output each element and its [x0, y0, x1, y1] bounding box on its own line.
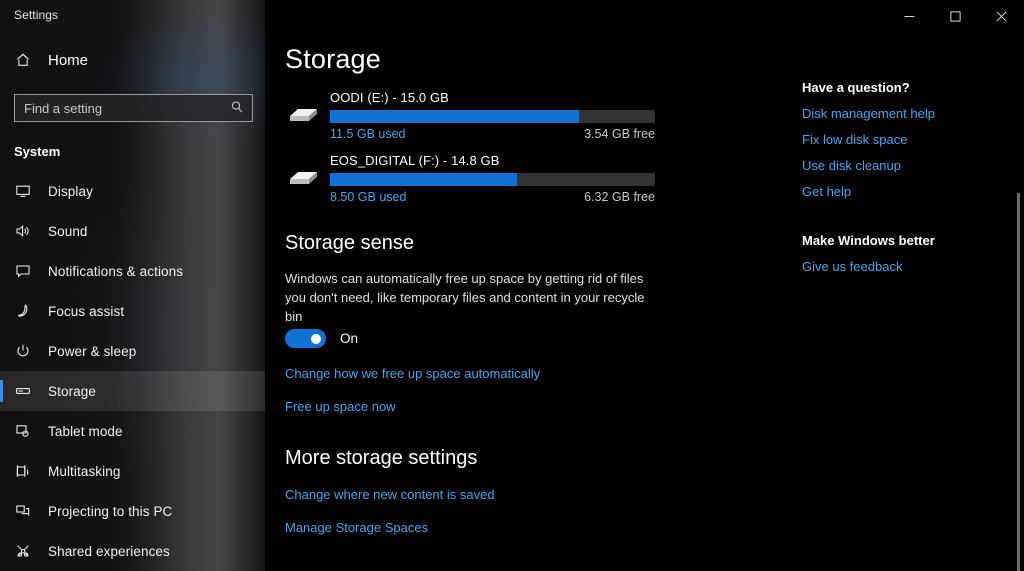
window-title: Settings: [14, 8, 59, 22]
help-feedback-block: Make Windows better Give us feedback: [802, 233, 1007, 274]
drive-usage-labels: 8.50 GB used 6.32 GB free: [330, 190, 655, 204]
close-button[interactable]: [978, 0, 1024, 32]
drive-usage-bar: [330, 110, 655, 123]
link-manage-storage-spaces[interactable]: Manage Storage Spaces: [285, 520, 428, 535]
sidebar-item-label: Storage: [48, 383, 96, 399]
rail-link-give-us-feedback[interactable]: Give us feedback: [802, 259, 1007, 274]
sidebar-item-display[interactable]: Display: [0, 171, 265, 211]
main-content: Storage OODI (E:) - 15.0 GB 11.5 GB used: [265, 0, 1024, 571]
speaker-icon: [14, 223, 32, 239]
sidebar-nav-list: Display Sound Notifications & actions Fo…: [0, 171, 265, 571]
drive-icon: [285, 102, 321, 128]
monitor-icon: [14, 183, 32, 199]
drive-name: EOS_DIGITAL (F:) - 14.8 GB: [330, 153, 500, 168]
minimize-icon: [904, 11, 915, 22]
sidebar-item-projecting[interactable]: Projecting to this PC: [0, 491, 265, 531]
sidebar-item-shared-experiences[interactable]: Shared experiences: [0, 531, 265, 571]
storage-sense-toggle-row[interactable]: On: [285, 329, 358, 348]
toggle-knob: [311, 334, 321, 344]
sidebar-item-label: Display: [48, 183, 93, 199]
storage-sense-title: Storage sense: [285, 232, 414, 254]
help-question-heading: Have a question?: [802, 80, 910, 95]
sidebar-item-label: Focus assist: [48, 303, 125, 319]
help-rail: Have a question? Disk management help Fi…: [802, 80, 1007, 285]
storage-sense-description: Windows can automatically free up space …: [285, 271, 645, 324]
close-icon: [995, 10, 1007, 22]
sidebar: Home System Display: [0, 0, 265, 571]
shared-icon: [14, 543, 32, 559]
maximize-button[interactable]: [932, 0, 978, 32]
link-change-free-up-space[interactable]: Change how we free up space automaticall…: [285, 366, 540, 381]
link-change-where-content-saved[interactable]: Change where new content is saved: [285, 487, 495, 502]
drive-row[interactable]: OODI (E:) - 15.0 GB 11.5 GB used 3.54 GB…: [285, 86, 675, 149]
drive-usage-bar: [330, 173, 655, 186]
moon-icon: [14, 303, 32, 319]
help-question-block: Have a question? Disk management help Fi…: [802, 80, 1007, 199]
sidebar-group-title: System: [14, 144, 61, 159]
sidebar-item-label: Tablet mode: [48, 423, 123, 439]
sidebar-item-sound[interactable]: Sound: [0, 211, 265, 251]
rail-link-disk-management-help[interactable]: Disk management help: [802, 106, 1007, 121]
drive-used-label: 8.50 GB used: [330, 190, 407, 204]
drive-usage-labels: 11.5 GB used 3.54 GB free: [330, 127, 655, 141]
storage-icon: [14, 383, 32, 399]
sidebar-item-focus-assist[interactable]: Focus assist: [0, 291, 265, 331]
link-free-up-space-now[interactable]: Free up space now: [285, 399, 396, 414]
sidebar-item-label: Power & sleep: [48, 343, 137, 359]
home-icon: [14, 52, 32, 68]
sidebar-item-home[interactable]: Home: [0, 40, 265, 80]
power-icon: [14, 343, 32, 359]
sidebar-item-multitasking[interactable]: Multitasking: [0, 451, 265, 491]
sidebar-item-storage[interactable]: Storage: [0, 371, 265, 411]
drive-icon: [285, 165, 321, 191]
drive-row[interactable]: EOS_DIGITAL (F:) - 14.8 GB 8.50 GB used …: [285, 149, 675, 212]
sidebar-item-label: Sound: [48, 223, 88, 239]
tablet-icon: [14, 423, 32, 439]
storage-sense-toggle[interactable]: [285, 329, 326, 348]
rail-link-fix-low-disk-space[interactable]: Fix low disk space: [802, 132, 1007, 147]
search-box[interactable]: [14, 94, 253, 122]
vertical-scrollbar[interactable]: [1017, 193, 1020, 571]
drive-list: OODI (E:) - 15.0 GB 11.5 GB used 3.54 GB…: [285, 86, 675, 212]
maximize-icon: [949, 10, 961, 22]
storage-sense-toggle-state: On: [340, 331, 359, 346]
settings-window: Home System Display: [0, 0, 1024, 571]
drive-free-label: 3.54 GB free: [584, 127, 655, 141]
sidebar-item-label: Shared experiences: [48, 543, 170, 559]
help-feedback-heading: Make Windows better: [802, 233, 935, 248]
sidebar-item-tablet-mode[interactable]: Tablet mode: [0, 411, 265, 451]
page-title: Storage: [285, 44, 381, 74]
drive-name: OODI (E:) - 15.0 GB: [330, 90, 449, 105]
sidebar-item-power-sleep[interactable]: Power & sleep: [0, 331, 265, 371]
sidebar-item-label: Multitasking: [48, 463, 121, 479]
drive-usage-fill: [330, 173, 517, 186]
drive-free-label: 6.32 GB free: [584, 190, 655, 204]
projecting-icon: [14, 503, 32, 519]
sidebar-home-label: Home: [48, 51, 89, 69]
notification-icon: [14, 263, 32, 279]
sidebar-item-label: Projecting to this PC: [48, 503, 173, 519]
sidebar-item-label: Notifications & actions: [48, 263, 184, 279]
rail-link-use-disk-cleanup[interactable]: Use disk cleanup: [802, 158, 1007, 173]
minimize-button[interactable]: [886, 0, 932, 32]
window-controls: [886, 0, 1024, 32]
drive-usage-fill: [330, 110, 580, 123]
rail-link-get-help[interactable]: Get help: [802, 184, 1007, 199]
sidebar-item-notifications[interactable]: Notifications & actions: [0, 251, 265, 291]
multitasking-icon: [14, 463, 32, 479]
search-input[interactable]: [14, 94, 253, 122]
drive-used-label: 11.5 GB used: [330, 127, 406, 141]
more-storage-settings-title: More storage settings: [285, 447, 478, 469]
